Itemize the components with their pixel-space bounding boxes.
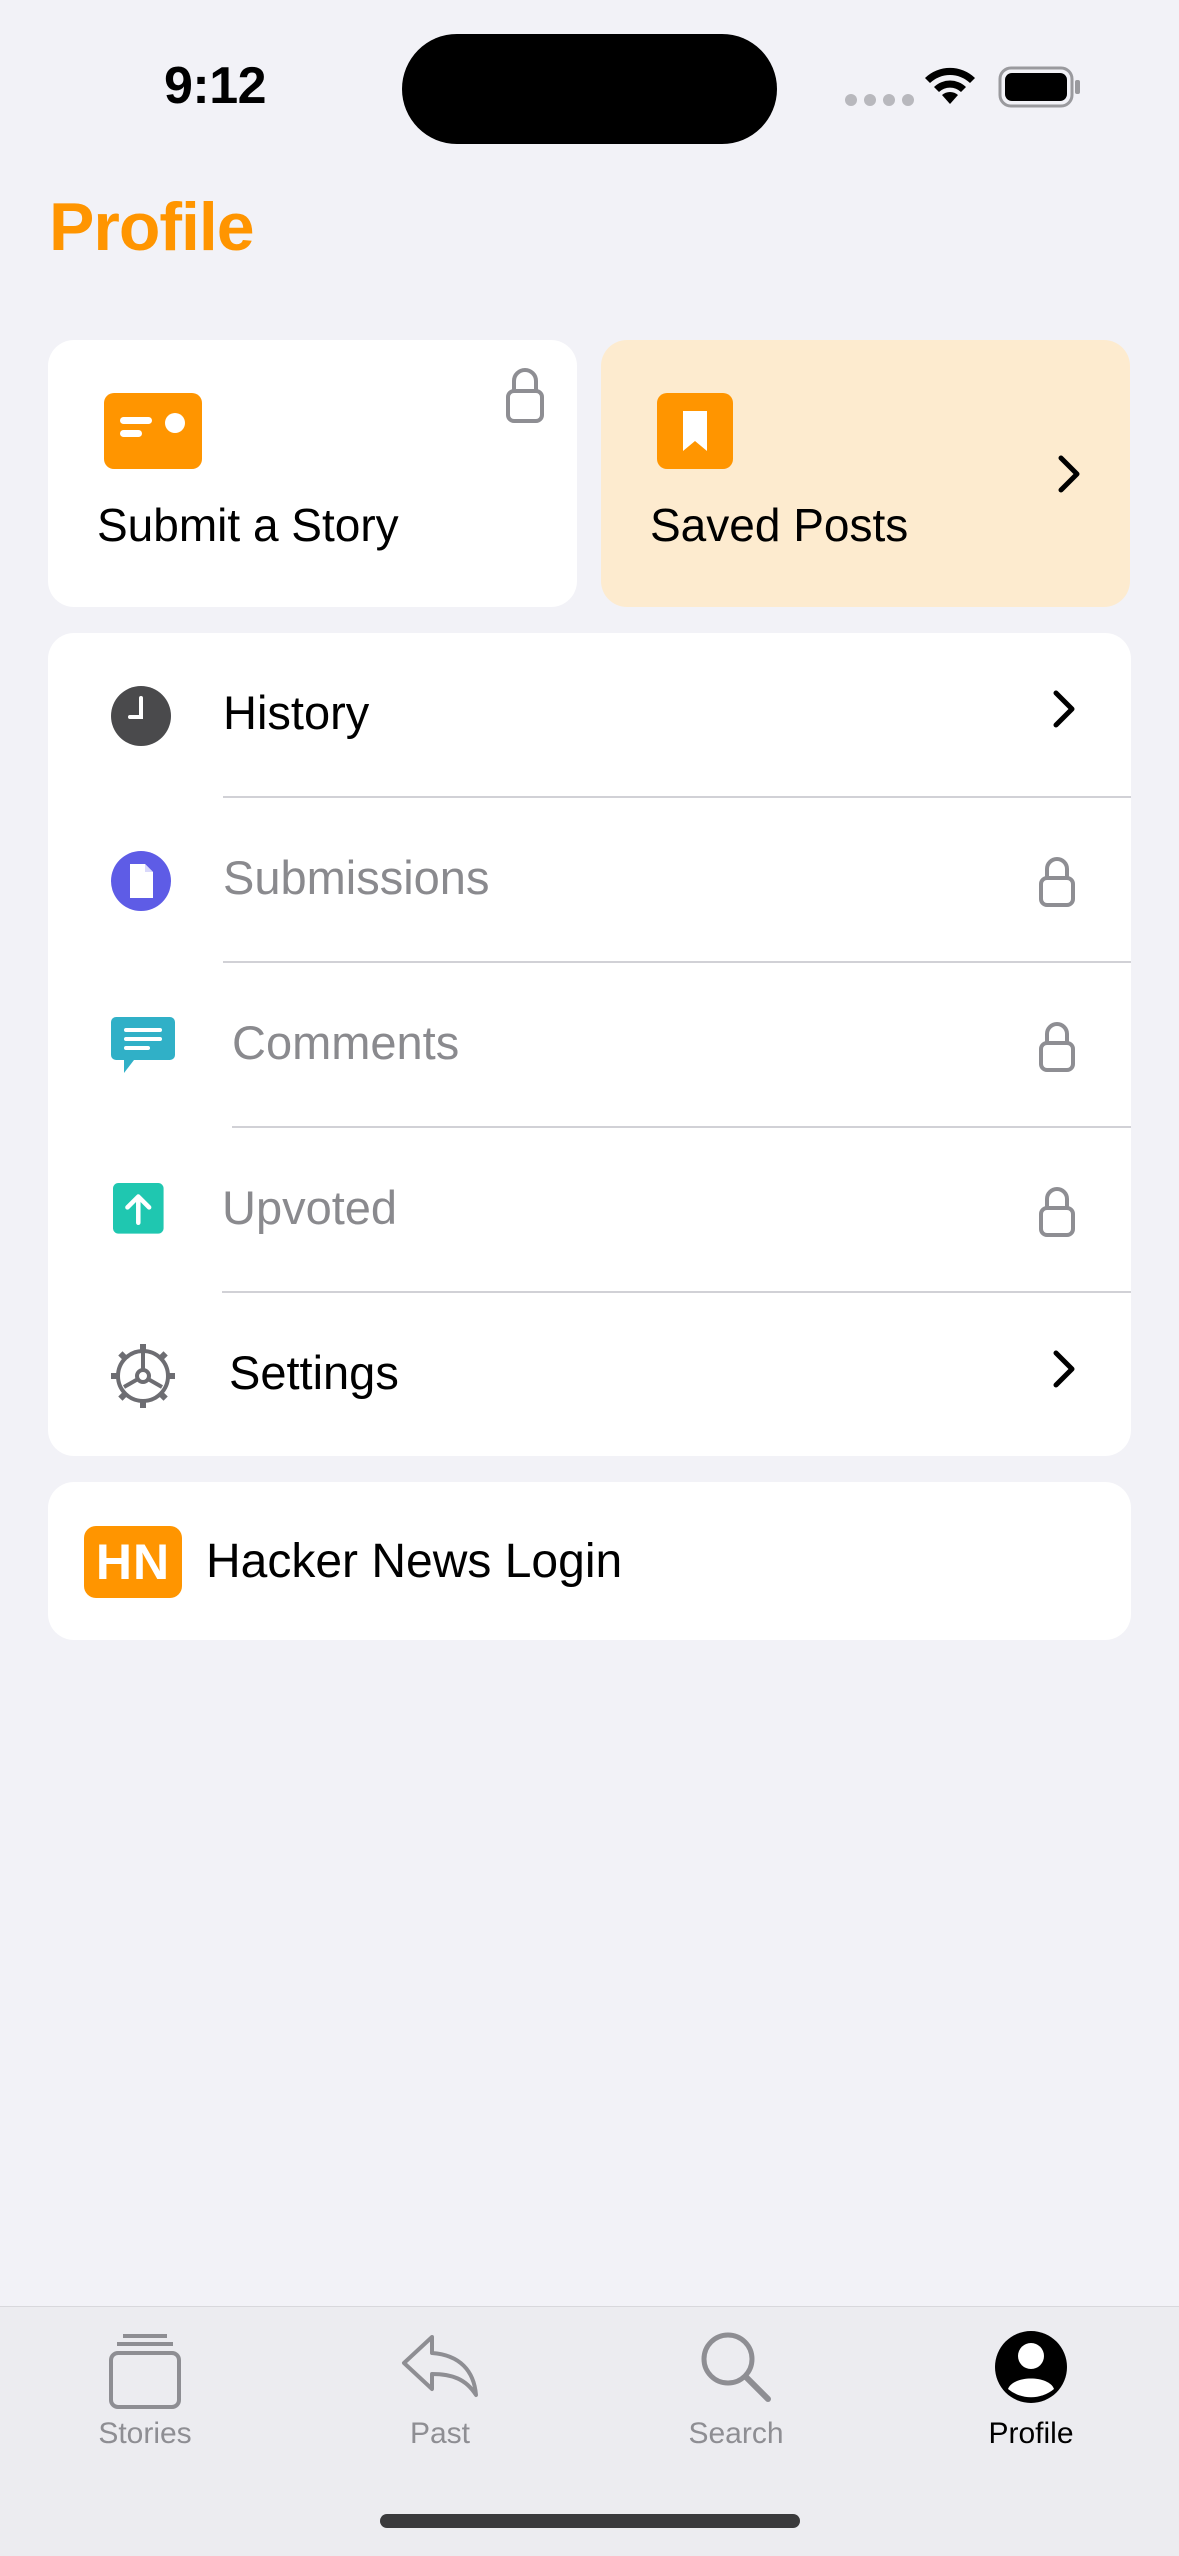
upvote-arrow-icon [113,1183,164,1234]
lock-icon [506,368,544,423]
menu-item-label: Settings [229,1346,399,1399]
battery-icon [998,66,1080,108]
tab-label: Past [409,2417,471,2450]
tab-label: Profile [988,2417,1074,2450]
tab-search[interactable]: Search [616,2323,856,2451]
id-card-icon [104,393,202,469]
stack-icon [109,2334,181,2409]
gear-icon [111,1344,175,1408]
saved-posts-card[interactable]: Saved Posts [601,340,1130,607]
hn-logo-icon: HN [84,1526,182,1598]
chevron-right-icon [1053,1350,1075,1388]
tab-stories[interactable]: Stories [25,2323,265,2451]
hacker-news-login-button[interactable]: HN Hacker News Login [48,1482,1131,1640]
saved-posts-label: Saved Posts [650,499,909,551]
chevron-right-icon [1053,690,1075,728]
tab-label: Search [688,2417,784,2450]
lock-icon [1039,1022,1075,1072]
home-indicator [380,2514,800,2528]
tab-profile[interactable]: Profile [911,2323,1151,2451]
person-circle-icon [995,2331,1067,2403]
cellular-signal-icon [845,94,914,106]
menu-item-settings[interactable]: Settings [48,1293,1131,1456]
login-label: Hacker News Login [206,1535,623,1588]
menu-item-comments[interactable]: Comments [48,963,1131,1128]
profile-menu-list: History Submissions Comments Upvoted Set… [48,633,1131,1456]
status-time: 9:12 [164,57,267,115]
menu-item-upvoted[interactable]: Upvoted [48,1128,1131,1293]
menu-item-label: Submissions [223,851,490,904]
bookmark-icon [657,393,733,469]
menu-item-label: Comments [232,1016,460,1069]
clock-icon [111,686,171,746]
lock-icon [1039,857,1075,907]
tab-label: Stories [98,2417,192,2450]
page-title: Profile [49,189,255,265]
chevron-right-icon [1058,455,1080,493]
menu-item-submissions[interactable]: Submissions [48,798,1131,963]
submit-story-label: Submit a Story [97,499,399,551]
search-icon [701,2332,771,2402]
document-icon [111,851,171,911]
comment-bubble-icon [111,1017,175,1073]
dynamic-island [402,34,777,144]
wifi-icon [925,67,975,104]
menu-item-label: Upvoted [222,1181,398,1234]
reply-arrow-icon [402,2335,478,2397]
profile-screen: 9:12 Profile Submit a Story Saved Posts … [0,0,1179,2556]
lock-icon [1039,1187,1075,1237]
menu-item-label: History [223,686,370,739]
tab-past[interactable]: Past [320,2323,560,2451]
menu-item-history[interactable]: History [48,633,1131,798]
submit-story-card[interactable]: Submit a Story [48,340,577,607]
